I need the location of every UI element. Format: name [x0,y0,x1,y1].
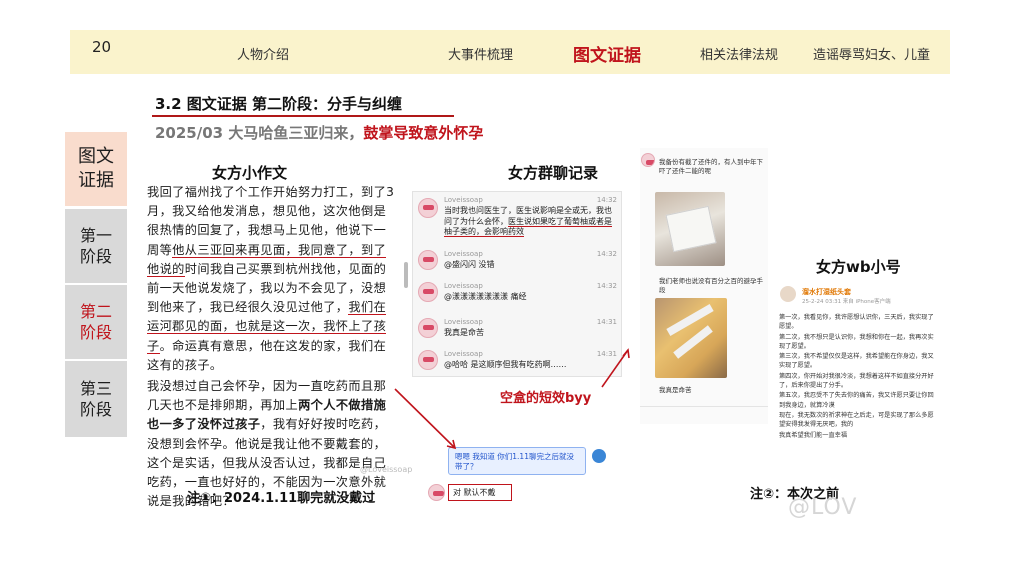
annotation-arrows [394,348,656,450]
arrow-to-bubble [394,388,456,449]
spacer-path [651,360,656,365]
